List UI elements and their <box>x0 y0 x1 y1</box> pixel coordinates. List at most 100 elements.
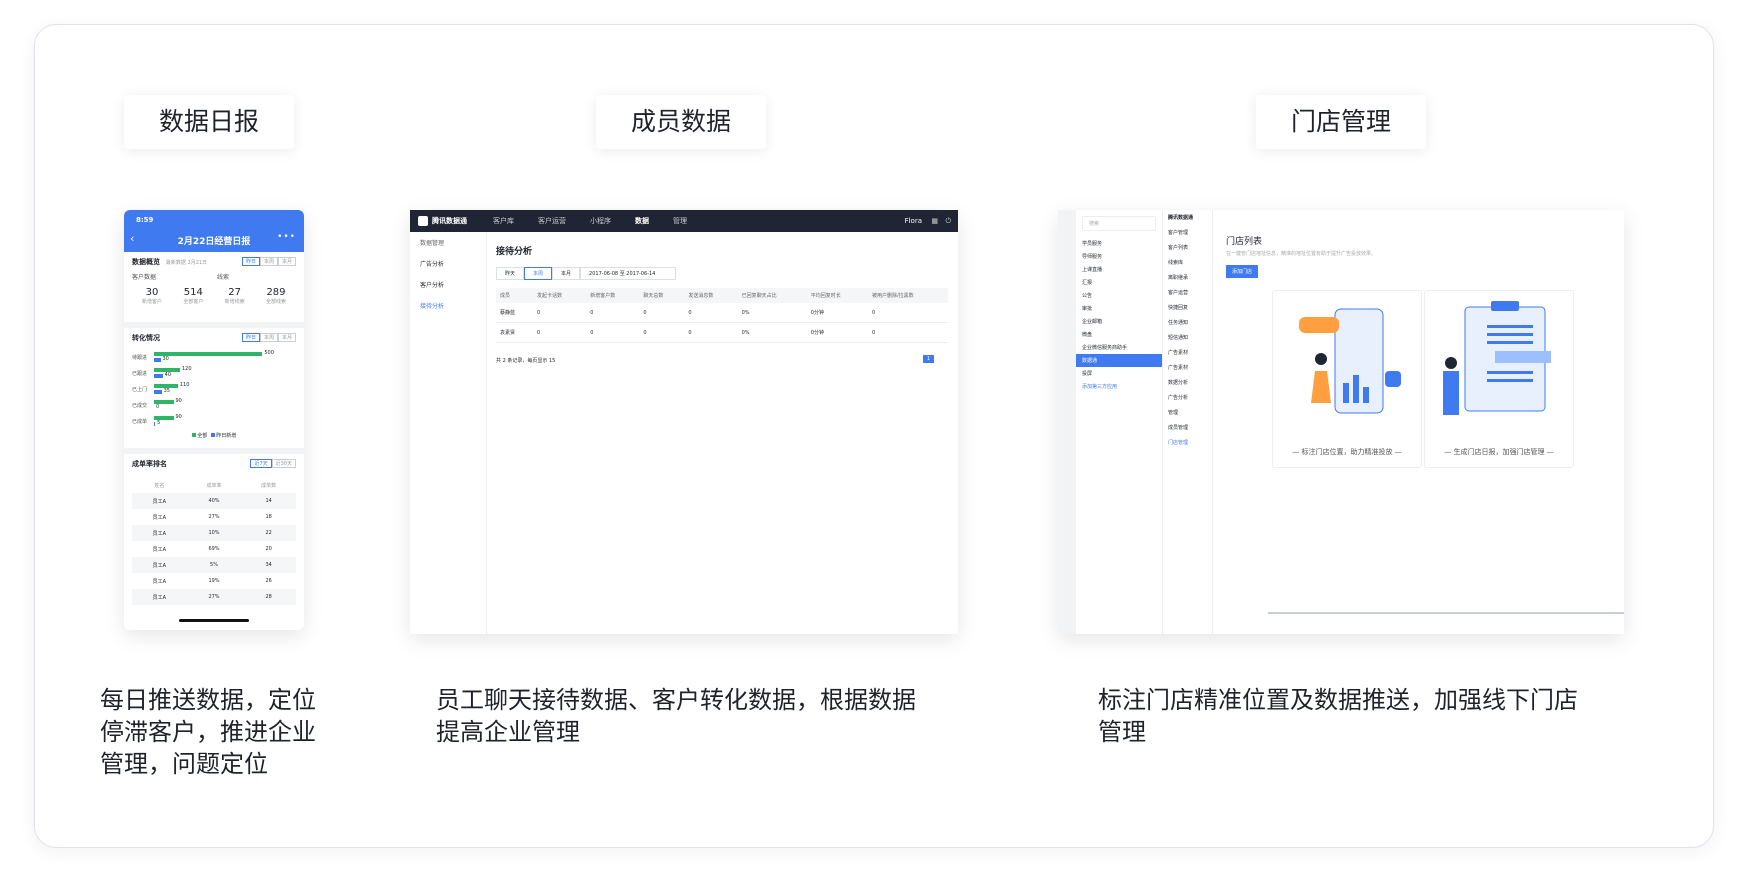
member-data-window: 腾讯数据通 客户库 客户运营 小程序 数据 管理 Flora ▦ ⏻ 数据管理 … <box>410 210 958 634</box>
app-menu: 搜索 学员服务 导师服务 上课直播 汇报 公告 审批 企业邮箱 微盘 企业微信服… <box>1076 210 1163 634</box>
ranking-segment[interactable]: 近7天 近30天 <box>250 459 296 468</box>
menu-item[interactable]: 投屏 <box>1076 367 1162 380</box>
kpi-item: 514 全部客户 <box>183 287 204 305</box>
nav-item[interactable]: 小程序 <box>590 216 611 226</box>
sidebar-item[interactable]: 客户分析 <box>410 274 486 295</box>
sub-item[interactable]: 离职继承 <box>1162 270 1212 285</box>
search-input[interactable]: 搜索 <box>1082 216 1156 231</box>
store-report-illustration: — 生成门店日报，加强门店管理 — <box>1424 290 1574 468</box>
sub-item[interactable]: 任务通知 <box>1162 315 1212 330</box>
phone-time: 8:59 <box>136 216 154 224</box>
grid-icon[interactable]: ▦ <box>931 217 938 225</box>
menu-item-active[interactable]: 数据通 <box>1076 354 1162 367</box>
menu-item[interactable]: 导师服务 <box>1076 250 1162 263</box>
ranking-row: 员工A 69% 20 <box>152 546 272 553</box>
add-app-link[interactable]: 添加第三方应用 <box>1076 380 1162 393</box>
title-store-management: 门店管理 <box>1256 95 1426 149</box>
col-leads: 线索 <box>217 274 230 281</box>
sub-item[interactable]: 短信通知 <box>1162 330 1212 345</box>
title-member-data: 成员数据 <box>596 95 766 149</box>
phone-daily-report: 8:59 ‹ 2月22日经营日报 ••• 数据概览 最新数据 2月21日 昨日 … <box>124 210 304 630</box>
sub-item-active[interactable]: 门店管理 <box>1162 435 1212 450</box>
seg-30days[interactable]: 近30天 <box>271 459 296 468</box>
bar-new-label: 35 <box>163 388 170 394</box>
filter-month[interactable]: 本月 <box>552 267 581 280</box>
conversion-label: 已成单 <box>132 418 148 425</box>
menu-item[interactable]: 企业微信服务商助手 <box>1076 341 1162 354</box>
nav-item[interactable]: 客户运营 <box>538 216 566 226</box>
sub-item[interactable]: 成员管理 <box>1162 420 1212 435</box>
conversion-row: 已成单 90 5 <box>132 413 296 429</box>
conversion-segment[interactable]: 昨日 本周 本月 <box>241 333 296 342</box>
seg-yesterday[interactable]: 昨日 <box>241 257 260 266</box>
icon-rail <box>1058 210 1076 634</box>
kpi-item: 27 新增线索 <box>224 287 245 305</box>
page-button[interactable]: 1 <box>922 355 934 363</box>
conversion-row: 已跟进 120 40 <box>132 365 296 381</box>
seg-yesterday[interactable]: 昨日 <box>241 333 260 342</box>
seg-month[interactable]: 本月 <box>277 257 296 266</box>
filter-yesterday[interactable]: 昨天 <box>496 267 525 280</box>
map-illustration <box>1299 308 1401 414</box>
sub-item[interactable]: 快捷回复 <box>1162 300 1212 315</box>
seg-month[interactable]: 本月 <box>277 333 296 342</box>
conversion-label: 待跟进 <box>132 354 148 361</box>
sidebar-item-active[interactable]: 接待分析 <box>410 295 486 316</box>
sub-item[interactable]: 广告素材 <box>1162 360 1212 375</box>
date-range-picker[interactable]: 2017-06-08 至 2017-06-14 <box>580 267 677 280</box>
menu-item[interactable]: 公告 <box>1076 289 1162 302</box>
overview-segment[interactable]: 昨日 本周 本月 <box>241 257 296 266</box>
menu-item[interactable]: 审批 <box>1076 302 1162 315</box>
table-header: 成员 发起卡话数 新增客户数 聊天总数 发送消息数 已回复聊天占比 平均回复时长 被用户删除… <box>496 288 948 303</box>
power-icon[interactable]: ⏻ <box>945 217 951 226</box>
nav-item[interactable]: 管理 <box>673 216 687 226</box>
kpi-item: 30 新增客户 <box>141 287 162 305</box>
sidebar-item[interactable]: 广告分析 <box>410 253 486 274</box>
ranking-row: 员工A 10% 22 <box>132 525 296 541</box>
bar-new <box>154 374 163 378</box>
main-content: 接待分析 昨天 本周 本月 2017-06-08 至 2017-06-14 成员… <box>496 244 948 364</box>
ranking-row: 员工A 27% 28 <box>132 589 296 605</box>
report-illustration <box>1443 301 1551 415</box>
sub-group: 管理 <box>1168 410 1179 416</box>
top-nav: 腾讯数据通 客户库 客户运营 小程序 数据 管理 Flora ▦ ⏻ <box>410 210 958 232</box>
nav-item-active[interactable]: 数据 <box>635 216 649 226</box>
phone-header: 8:59 ‹ 2月22日经营日报 ••• <box>124 210 304 252</box>
menu-item[interactable]: 学员服务 <box>1076 237 1162 250</box>
kpi-item: 289 全部线索 <box>265 287 286 305</box>
conversion-label: 已成交 <box>132 402 148 409</box>
more-icon[interactable]: ••• <box>277 232 296 242</box>
seg-week[interactable]: 本周 <box>259 333 278 342</box>
scrollbar[interactable] <box>1268 612 1624 614</box>
bar-total <box>154 352 263 356</box>
brand-title: 腾讯数据通 <box>1168 215 1194 221</box>
bar-total-label: 110 <box>179 382 190 388</box>
bar-new-label: 30 <box>162 356 169 362</box>
overview-heading: 数据概览 <box>132 258 160 266</box>
sub-item[interactable]: 线索库 <box>1162 255 1212 270</box>
conversion-section: 转化情况 昨日 本周 本月 待跟进 500 30 已跟进 120 40 已上门 110 35 已成… <box>124 328 304 454</box>
sidebar: 数据管理 广告分析 客户分析 接待分析 <box>410 232 487 634</box>
add-store-button[interactable]: 添加门店 <box>1226 265 1259 278</box>
menu-item[interactable]: 微盘 <box>1076 328 1162 341</box>
page-title: 接待分析 <box>496 247 533 257</box>
seg-7days[interactable]: 近7天 <box>250 459 272 468</box>
menu-item[interactable]: 汇报 <box>1076 276 1162 289</box>
seg-week[interactable]: 本周 <box>259 257 278 266</box>
user-name[interactable]: Flora <box>905 217 922 225</box>
overview-sub: 最新数据 2月21日 <box>165 260 208 266</box>
store-location-illustration: — 标注门店位置，助力精准投放 — <box>1272 290 1422 468</box>
menu-item[interactable]: 企业邮箱 <box>1076 315 1162 328</box>
ranking-row: 员工A 5% 34 <box>132 557 296 573</box>
sub-item[interactable]: 广告分析 <box>1162 390 1212 405</box>
menu-item[interactable]: 上课直播 <box>1076 263 1162 276</box>
bar-total-label: 500 <box>264 350 274 356</box>
nav-item[interactable]: 客户库 <box>493 216 514 226</box>
sub-item[interactable]: 客户列表 <box>1162 240 1212 255</box>
store-main: 门店列表 在一键管门店地址信息，精准的地址位置有助于提升广告投放效果。 添加门店 <box>1226 234 1604 278</box>
filter-week[interactable]: 本周 <box>524 267 553 280</box>
sub-group: 数据分析 <box>1168 380 1189 386</box>
conversion-label: 已上门 <box>132 386 148 393</box>
home-indicator <box>179 619 249 622</box>
bar-new <box>154 422 156 426</box>
